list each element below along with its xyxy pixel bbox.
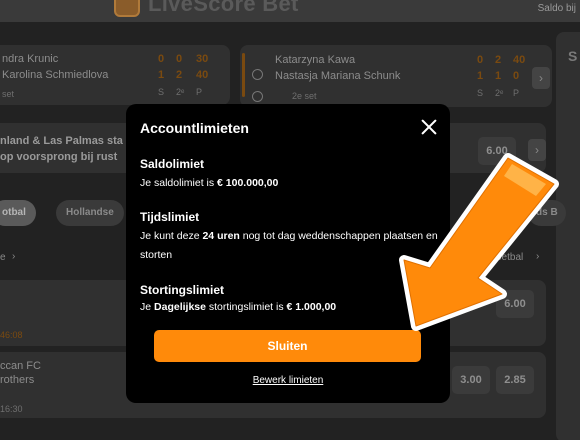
- tijd-text: Je kunt deze 24 uren nog tot dag weddens…: [140, 227, 440, 265]
- close-button[interactable]: Sluiten: [154, 330, 421, 362]
- storting-text: Je Dagelijkse stortingslimiet is € 1.000…: [140, 298, 440, 317]
- storting-text-mid: stortingslimiet is: [205, 301, 287, 313]
- tijd-value: 24 uren: [202, 230, 240, 242]
- saldo-value: € 100.000,00: [217, 177, 279, 189]
- storting-text-pre: Je: [140, 301, 155, 313]
- edit-limits-row: Bewerk limieten: [126, 375, 450, 386]
- storting-period: Dagelijkse: [154, 301, 206, 313]
- pointing-arrow-icon: [399, 153, 559, 331]
- tijd-heading: Tijdslimiet: [140, 210, 200, 224]
- saldo-text-pre: Je saldolimiet is: [140, 177, 218, 189]
- close-icon[interactable]: [420, 118, 438, 136]
- storting-heading: Stortingslimiet: [140, 283, 225, 297]
- saldo-text: Je saldolimiet is € 100.000,00: [140, 174, 440, 193]
- edit-limits-link[interactable]: Bewerk limieten: [253, 375, 324, 386]
- saldo-heading: Saldolimiet: [140, 157, 205, 171]
- modal-title: Accountlimieten: [140, 120, 249, 136]
- tijd-text-pre: Je kunt deze: [140, 230, 203, 242]
- storting-value: € 1.000,00: [286, 301, 337, 313]
